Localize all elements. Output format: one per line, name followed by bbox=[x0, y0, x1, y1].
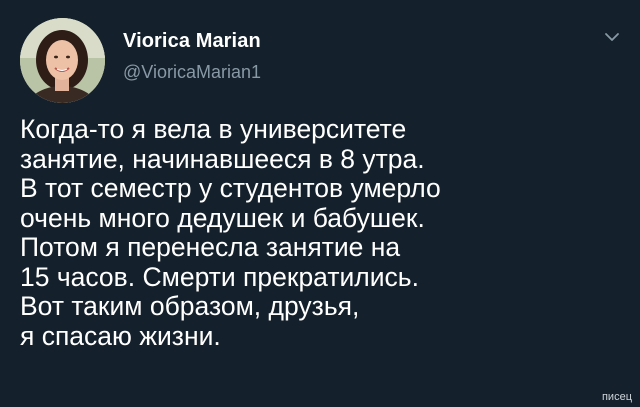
avatar-photo bbox=[20, 18, 105, 103]
display-name[interactable]: Viorica Marian bbox=[123, 30, 261, 53]
tweet-line: 15 часов. Смерти прекратились. bbox=[20, 261, 419, 292]
tweet-text: Когда-то я вела в университете занятие, … bbox=[20, 114, 620, 351]
avatar[interactable] bbox=[20, 18, 105, 103]
tweet-line: занятие, начинавшееся в 8 утра. bbox=[20, 143, 425, 174]
tweet-line: Когда-то я вела в университете bbox=[20, 114, 407, 144]
chevron-down-icon[interactable] bbox=[604, 30, 620, 44]
tweet-line: Потом я перенесла занятие на bbox=[20, 232, 401, 262]
tweet-line: очень много дедушек и бабушек. bbox=[20, 202, 425, 233]
user-handle[interactable]: @VioricaMarian1 bbox=[123, 62, 261, 83]
tweet-card: Viorica Marian @VioricaMarian1 Когда-то … bbox=[0, 0, 640, 407]
watermark: писец bbox=[601, 391, 632, 403]
tweet-line: В тот семестр у студентов умерло bbox=[20, 173, 441, 203]
tweet-line: я спасаю жизни. bbox=[20, 320, 221, 351]
tweet-line: Вот таким образом, друзья, bbox=[20, 291, 360, 321]
